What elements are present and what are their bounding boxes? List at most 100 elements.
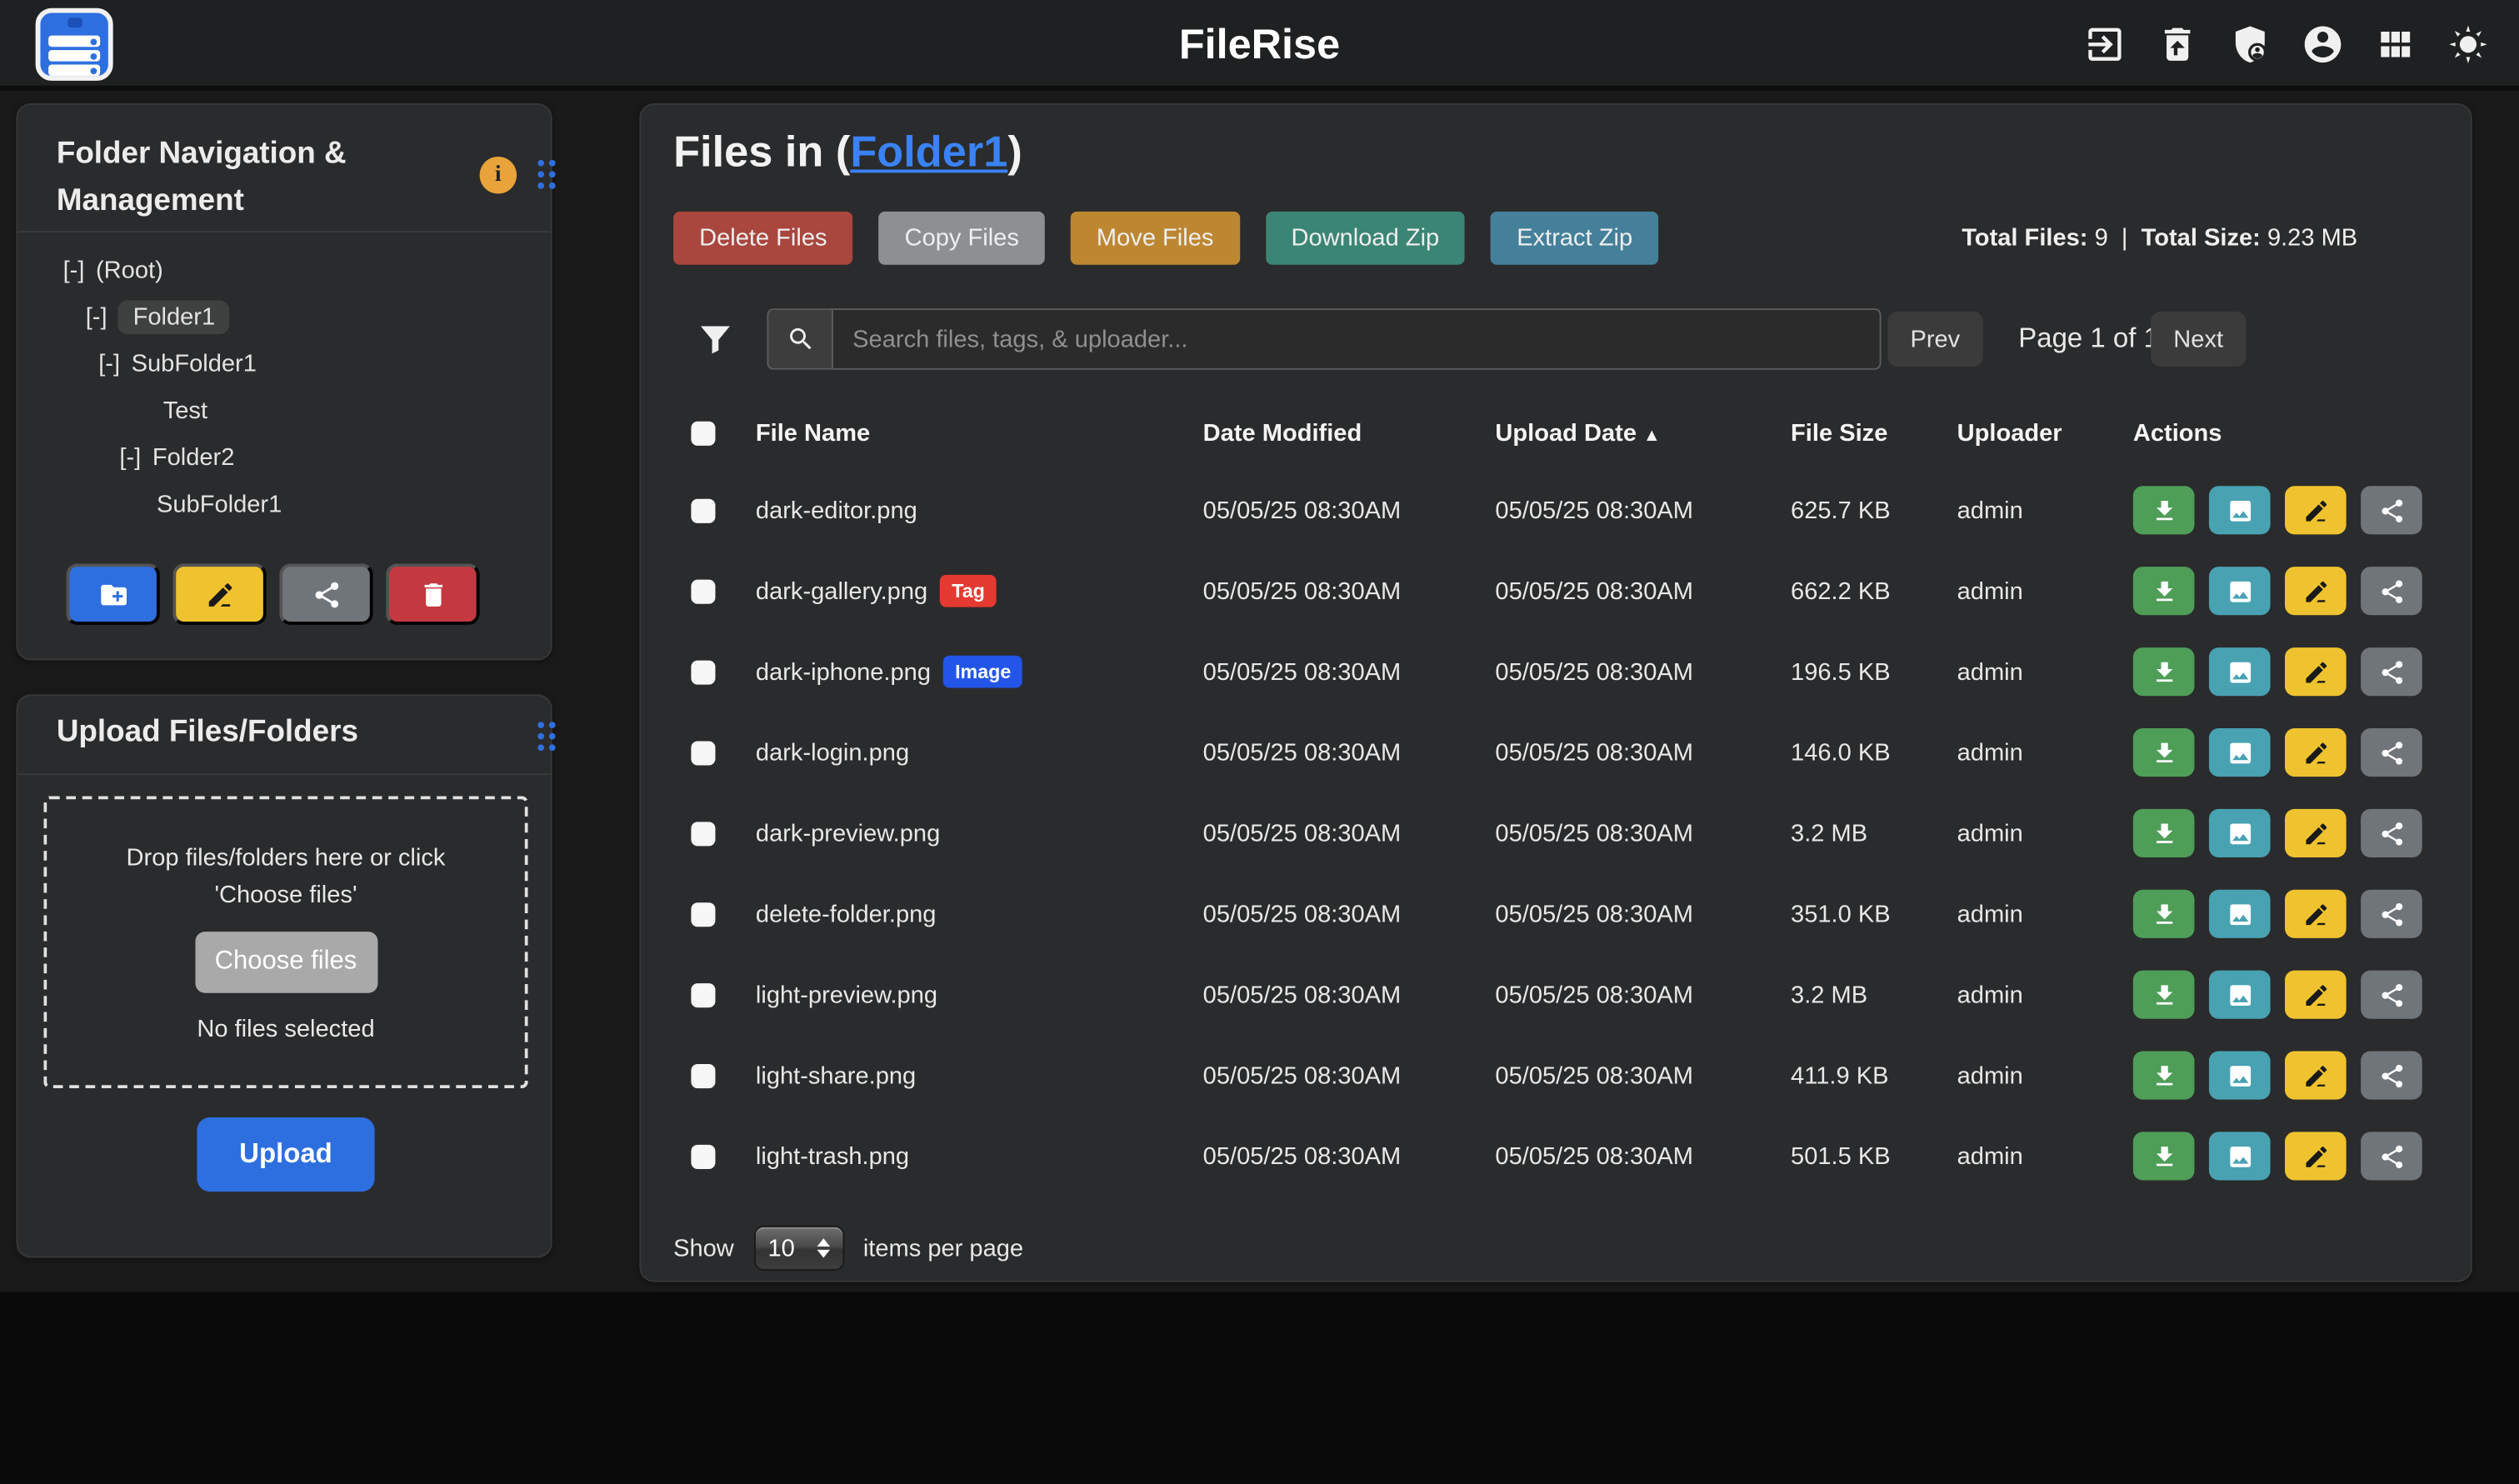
row-checkbox[interactable] xyxy=(691,902,715,926)
tree-item-root[interactable]: [-] (Root) xyxy=(17,247,550,293)
filter-icon[interactable] xyxy=(696,320,735,359)
drag-handle-icon[interactable] xyxy=(537,160,555,189)
next-page-button[interactable]: Next xyxy=(2151,312,2246,367)
tree-item-test[interactable]: Test xyxy=(17,387,550,434)
edit-button[interactable] xyxy=(2285,728,2347,777)
column-header-uploader[interactable]: Uploader xyxy=(1957,419,2133,447)
column-header-actions[interactable]: Actions xyxy=(2133,419,2442,447)
column-header-date-modified[interactable]: Date Modified xyxy=(1203,419,1496,447)
tree-item-folder1[interactable]: [-] Folder1 xyxy=(17,294,550,341)
preview-button[interactable] xyxy=(2209,567,2271,615)
column-header-file-name[interactable]: File Name xyxy=(756,419,1203,447)
preview-button[interactable] xyxy=(2209,1052,2271,1100)
prev-page-button[interactable]: Prev xyxy=(1887,312,1982,367)
download-button[interactable] xyxy=(2133,567,2195,615)
file-name[interactable]: dark-preview.png xyxy=(756,819,940,847)
file-name[interactable]: dark-gallery.png xyxy=(756,577,927,605)
share-button[interactable] xyxy=(2361,567,2422,615)
edit-button[interactable] xyxy=(2285,647,2347,696)
tree-label[interactable]: SubFolder1 xyxy=(157,491,282,518)
file-name[interactable]: light-trash.png xyxy=(756,1142,909,1170)
edit-button[interactable] xyxy=(2285,971,2347,1019)
grid-view-icon[interactable] xyxy=(2374,22,2417,65)
share-button[interactable] xyxy=(2361,809,2422,857)
row-checkbox[interactable] xyxy=(691,821,715,845)
row-checkbox[interactable] xyxy=(691,1144,715,1168)
preview-button[interactable] xyxy=(2209,971,2271,1019)
share-button[interactable] xyxy=(2361,486,2422,534)
info-icon[interactable]: i xyxy=(480,157,517,194)
drag-handle-icon[interactable] xyxy=(537,722,555,751)
extract-zip-button[interactable]: Extract Zip xyxy=(1491,212,1658,265)
rename-folder-button[interactable] xyxy=(172,563,266,625)
light-mode-icon[interactable] xyxy=(2447,22,2490,65)
row-checkbox[interactable] xyxy=(691,660,715,684)
preview-button[interactable] xyxy=(2209,1132,2271,1180)
share-button[interactable] xyxy=(2361,1052,2422,1100)
search-input[interactable] xyxy=(832,308,1882,370)
account-icon[interactable] xyxy=(2301,22,2344,65)
preview-button[interactable] xyxy=(2209,809,2271,857)
edit-button[interactable] xyxy=(2285,809,2347,857)
delete-folder-button[interactable] xyxy=(386,563,479,625)
file-name[interactable]: light-share.png xyxy=(756,1062,916,1089)
tree-toggle[interactable]: [-] xyxy=(98,351,120,378)
preview-button[interactable] xyxy=(2209,890,2271,938)
file-name[interactable]: dark-editor.png xyxy=(756,497,917,524)
row-checkbox[interactable] xyxy=(691,982,715,1007)
tree-toggle[interactable]: [-] xyxy=(119,444,141,472)
preview-button[interactable] xyxy=(2209,486,2271,534)
tree-item-subfolder1[interactable]: SubFolder1 xyxy=(17,481,550,527)
upload-button[interactable]: Upload xyxy=(197,1117,374,1192)
restore-trash-icon[interactable] xyxy=(2156,22,2199,65)
preview-button[interactable] xyxy=(2209,647,2271,696)
file-name[interactable]: dark-iphone.png xyxy=(756,658,931,686)
items-per-page-select[interactable]: 10 xyxy=(753,1226,844,1271)
download-button[interactable] xyxy=(2133,1132,2195,1180)
column-header-file-size[interactable]: File Size xyxy=(1791,419,1957,447)
share-button[interactable] xyxy=(2361,890,2422,938)
download-button[interactable] xyxy=(2133,809,2195,857)
edit-button[interactable] xyxy=(2285,567,2347,615)
tree-item-folder2[interactable]: [-] Folder2 xyxy=(17,434,550,481)
tree-label[interactable]: Folder1 xyxy=(118,300,229,334)
tree-label[interactable]: Folder2 xyxy=(152,444,235,472)
create-folder-button[interactable] xyxy=(66,563,159,625)
edit-button[interactable] xyxy=(2285,890,2347,938)
share-button[interactable] xyxy=(2361,728,2422,777)
choose-files-button[interactable]: Choose files xyxy=(195,932,377,993)
tree-toggle[interactable]: [-] xyxy=(86,303,107,331)
share-button[interactable] xyxy=(2361,647,2422,696)
download-button[interactable] xyxy=(2133,647,2195,696)
share-button[interactable] xyxy=(2361,1132,2422,1180)
edit-button[interactable] xyxy=(2285,1052,2347,1100)
edit-button[interactable] xyxy=(2285,486,2347,534)
delete-files-button[interactable]: Delete Files xyxy=(673,212,852,265)
preview-button[interactable] xyxy=(2209,728,2271,777)
logout-icon[interactable] xyxy=(2083,22,2127,65)
file-name[interactable]: light-preview.png xyxy=(756,981,937,1008)
file-name[interactable]: dark-login.png xyxy=(756,739,909,767)
row-checkbox[interactable] xyxy=(691,579,715,603)
file-name[interactable]: delete-folder.png xyxy=(756,900,937,927)
admin-shield-icon[interactable] xyxy=(2228,22,2272,65)
tree-label[interactable]: (Root) xyxy=(96,257,163,284)
current-folder-link[interactable]: Folder1 xyxy=(850,127,1007,176)
download-button[interactable] xyxy=(2133,486,2195,534)
download-button[interactable] xyxy=(2133,971,2195,1019)
share-folder-button[interactable] xyxy=(279,563,372,625)
edit-button[interactable] xyxy=(2285,1132,2347,1180)
download-button[interactable] xyxy=(2133,1052,2195,1100)
row-checkbox[interactable] xyxy=(691,1063,715,1087)
download-zip-button[interactable]: Download Zip xyxy=(1265,212,1465,265)
dropzone[interactable]: Drop files/folders here or click 'Choose… xyxy=(43,796,527,1088)
tree-label[interactable]: Test xyxy=(163,397,207,425)
column-header-upload-date[interactable]: Upload Date▲ xyxy=(1495,419,1791,447)
tree-toggle[interactable]: [-] xyxy=(63,257,85,284)
row-checkbox[interactable] xyxy=(691,498,715,522)
download-button[interactable] xyxy=(2133,728,2195,777)
share-button[interactable] xyxy=(2361,971,2422,1019)
row-checkbox[interactable] xyxy=(691,740,715,764)
tree-label[interactable]: SubFolder1 xyxy=(132,351,257,378)
download-button[interactable] xyxy=(2133,890,2195,938)
